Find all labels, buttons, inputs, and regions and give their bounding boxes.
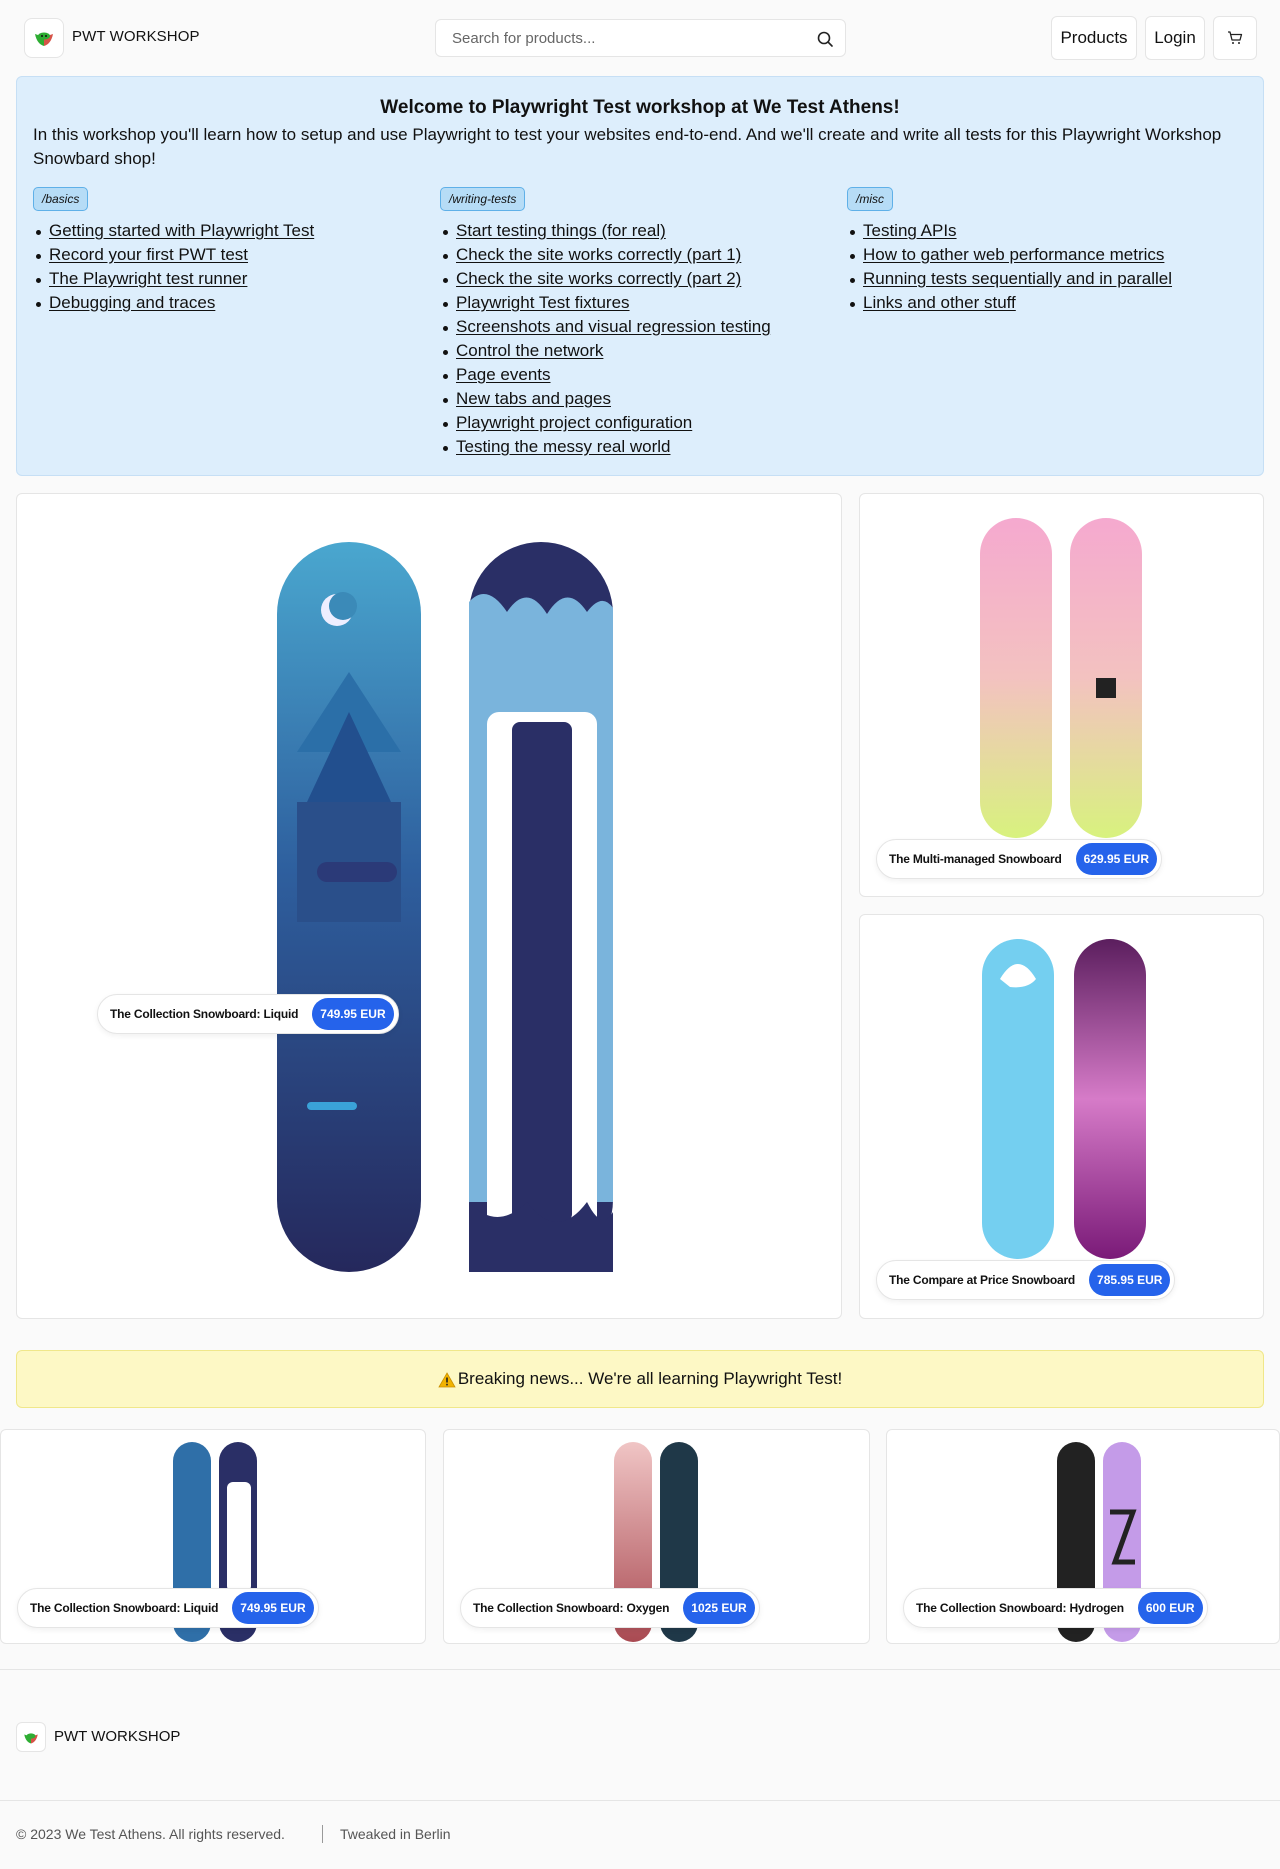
- search-icon[interactable]: [815, 29, 835, 49]
- list-item: Page events: [440, 363, 771, 387]
- section-misc: /misc Testing APIs How to gather web per…: [847, 187, 1172, 315]
- list-item: The Playwright test runner: [33, 267, 314, 291]
- warning-icon: [438, 1372, 456, 1388]
- workshop-link[interactable]: How to gather web performance metrics: [863, 245, 1164, 264]
- banner-text: Breaking news... We're all learning Play…: [457, 1369, 843, 1388]
- list-item: Getting started with Playwright Test: [33, 219, 314, 243]
- product-label[interactable]: The Compare at Price Snowboard 785.95 EU…: [876, 1260, 1176, 1300]
- product-card-liquid[interactable]: The Collection Snowboard: Liquid 749.95 …: [0, 1429, 426, 1644]
- workshop-link[interactable]: Check the site works correctly (part 2): [456, 269, 741, 288]
- workshop-link[interactable]: Testing APIs: [863, 221, 957, 240]
- welcome-panel: Welcome to Playwright Test workshop at W…: [16, 76, 1264, 476]
- section-basics: /basics Getting started with Playwright …: [33, 187, 314, 315]
- list-item: How to gather web performance metrics: [847, 243, 1172, 267]
- list-item: Check the site works correctly (part 2): [440, 267, 771, 291]
- footer-separator: [322, 1825, 323, 1843]
- snowboard-compare-price-image: [982, 939, 1146, 1259]
- login-link[interactable]: Login: [1145, 16, 1205, 60]
- search-input[interactable]: [436, 20, 796, 56]
- section-tag: /basics: [33, 187, 89, 211]
- workshop-link[interactable]: The Playwright test runner: [49, 269, 247, 288]
- workshop-link[interactable]: New tabs and pages: [456, 389, 611, 408]
- workshop-link[interactable]: Control the network: [456, 341, 603, 360]
- snowboard-liquid-image: [277, 542, 613, 1272]
- product-label[interactable]: The Collection Snowboard: Hydrogen 600 E…: [903, 1588, 1208, 1628]
- footer-divider: [0, 1800, 1280, 1801]
- workshop-link[interactable]: Links and other stuff: [863, 293, 1016, 312]
- product-name: The Compare at Price Snowboard: [889, 1273, 1076, 1287]
- product-price: 1025 EUR: [683, 1592, 755, 1624]
- list-item: Check the site works correctly (part 1): [440, 243, 771, 267]
- footer-logo-link[interactable]: [16, 1722, 46, 1752]
- news-banner: Breaking news... We're all learning Play…: [16, 1350, 1264, 1408]
- playwright-logo-icon: [35, 32, 53, 46]
- list-item: Screenshots and visual regression testin…: [440, 315, 771, 339]
- product-label[interactable]: The Collection Snowboard: Liquid 749.95 …: [97, 994, 399, 1034]
- workshop-link[interactable]: Running tests sequentially and in parall…: [863, 269, 1172, 288]
- products-link[interactable]: Products: [1051, 16, 1137, 60]
- product-card-multi-managed[interactable]: The Multi-managed Snowboard 629.95 EUR: [859, 493, 1264, 897]
- list-item: Testing the messy real world: [440, 435, 771, 459]
- search-bar: [435, 19, 846, 57]
- workshop-link[interactable]: Getting started with Playwright Test: [49, 221, 314, 240]
- workshop-link[interactable]: Screenshots and visual regression testin…: [456, 317, 771, 336]
- product-price: 749.95 EUR: [232, 1592, 314, 1624]
- product-label[interactable]: The Collection Snowboard: Liquid 749.95 …: [17, 1588, 319, 1628]
- list-item: Start testing things (for real): [440, 219, 771, 243]
- section-tag: /writing-tests: [440, 187, 526, 211]
- section-writing-tests: /writing-tests Start testing things (for…: [440, 187, 771, 459]
- product-price: 785.95 EUR: [1089, 1264, 1171, 1296]
- section-tag: /misc: [847, 187, 893, 211]
- workshop-link[interactable]: Check the site works correctly (part 1): [456, 245, 741, 264]
- workshop-link[interactable]: Record your first PWT test: [49, 245, 248, 264]
- product-name: The Collection Snowboard: Hydrogen: [916, 1601, 1124, 1615]
- list-item: Testing APIs: [847, 219, 1172, 243]
- workshop-link[interactable]: Page events: [456, 365, 551, 384]
- list-item: Record your first PWT test: [33, 243, 314, 267]
- workshop-link[interactable]: Start testing things (for real): [456, 221, 666, 240]
- list-item: Running tests sequentially and in parall…: [847, 267, 1172, 291]
- product-card-oxygen[interactable]: The Collection Snowboard: Oxygen 1025 EU…: [443, 1429, 870, 1644]
- list-item: Links and other stuff: [847, 291, 1172, 315]
- product-name: The Collection Snowboard: Oxygen: [473, 1601, 670, 1615]
- product-name: The Collection Snowboard: Liquid: [110, 1007, 299, 1021]
- product-name: The Multi-managed Snowboard: [889, 852, 1062, 866]
- list-item: Playwright project configuration: [440, 411, 771, 435]
- product-card-compare-at-price[interactable]: The Compare at Price Snowboard 785.95 EU…: [859, 914, 1264, 1319]
- footer-brand[interactable]: PWT WORKSHOP: [54, 1728, 180, 1745]
- brand-name[interactable]: PWT WORKSHOP: [72, 28, 200, 45]
- list-item: Playwright Test fixtures: [440, 291, 771, 315]
- workshop-link[interactable]: Debugging and traces: [49, 293, 215, 312]
- list-item: New tabs and pages: [440, 387, 771, 411]
- welcome-intro: In this workshop you'll learn how to set…: [33, 125, 1222, 168]
- workshop-link[interactable]: Playwright Test fixtures: [456, 293, 630, 312]
- product-label[interactable]: The Collection Snowboard: Oxygen 1025 EU…: [460, 1588, 760, 1628]
- product-price: 749.95 EUR: [312, 998, 394, 1030]
- product-price: 629.95 EUR: [1075, 843, 1157, 875]
- footer-divider: [0, 1669, 1280, 1670]
- logo-link[interactable]: [24, 18, 64, 58]
- welcome-title: Welcome to Playwright Test workshop at W…: [380, 97, 900, 118]
- featured-product-card[interactable]: The Collection Snowboard: Liquid 749.95 …: [16, 493, 842, 1319]
- list-item: Control the network: [440, 339, 771, 363]
- product-name: The Collection Snowboard: Liquid: [30, 1601, 219, 1615]
- workshop-link[interactable]: Playwright project configuration: [456, 413, 692, 432]
- product-card-hydrogen[interactable]: The Collection Snowboard: Hydrogen 600 E…: [886, 1429, 1280, 1644]
- snowboard-multi-managed-image: [980, 518, 1142, 838]
- cart-icon: [1228, 31, 1243, 44]
- tweaked-text: Tweaked in Berlin: [340, 1826, 451, 1842]
- playwright-logo-icon: [24, 1732, 38, 1743]
- site-header: PWT WORKSHOP Products Login: [0, 0, 1280, 76]
- list-item: Debugging and traces: [33, 291, 314, 315]
- copyright-text: © 2023 We Test Athens. All rights reserv…: [16, 1826, 285, 1842]
- product-label[interactable]: The Multi-managed Snowboard 629.95 EUR: [876, 839, 1162, 879]
- product-price: 600 EUR: [1137, 1592, 1203, 1624]
- workshop-link[interactable]: Testing the messy real world: [456, 437, 670, 456]
- cart-button[interactable]: [1213, 16, 1257, 60]
